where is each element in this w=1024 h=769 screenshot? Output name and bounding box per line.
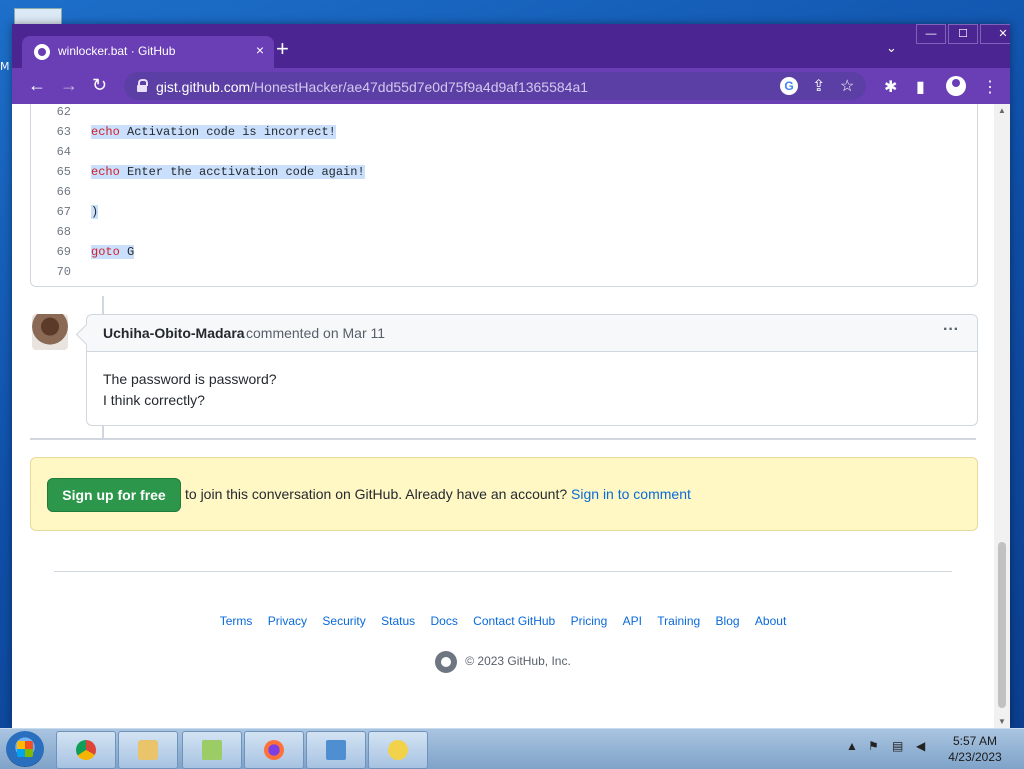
- signup-message: to join this conversation on GitHub. Alr…: [185, 486, 691, 502]
- share-icon[interactable]: ⇪: [812, 76, 825, 96]
- profile-avatar-icon[interactable]: [946, 76, 966, 96]
- footer-link-privacy[interactable]: Privacy: [268, 614, 307, 628]
- bee-icon: [388, 740, 408, 760]
- network-icon[interactable]: ▤: [892, 739, 903, 753]
- code-line: 67): [56, 205, 99, 219]
- lock-icon[interactable]: [136, 79, 148, 92]
- window-controls: — ☐ ✕: [916, 24, 1010, 44]
- footer-copyright: © 2023 GitHub, Inc.: [12, 651, 994, 673]
- start-button[interactable]: [6, 731, 44, 767]
- code-line: 62: [56, 105, 71, 119]
- code-line: 63 echo Activation code is incorrect!: [56, 125, 336, 139]
- google-lens-icon[interactable]: G: [780, 77, 798, 95]
- forward-button[interactable]: →: [60, 76, 78, 94]
- volume-muted-icon[interactable]: ◀: [916, 739, 925, 753]
- code-line: 68: [56, 225, 71, 239]
- footer-link-blog[interactable]: Blog: [716, 614, 740, 628]
- taskbar-notepad-plus[interactable]: [182, 731, 242, 769]
- tray-overflow-chevron-icon[interactable]: ▲: [846, 739, 858, 753]
- taskbar-control-panel[interactable]: [306, 731, 366, 769]
- github-favicon-icon: [34, 44, 50, 60]
- code-line: 64: [56, 145, 71, 159]
- sign-up-button[interactable]: Sign up for free: [47, 478, 181, 512]
- code-block: 62 63 echo Activation code is incorrect! …: [30, 104, 978, 287]
- clock-date: 4/23/2023: [948, 750, 1002, 764]
- back-button[interactable]: ←: [28, 76, 46, 94]
- taskbar-explorer[interactable]: [118, 731, 178, 769]
- control-panel-icon: [326, 740, 346, 760]
- footer-link-contact[interactable]: Contact GitHub: [473, 614, 555, 628]
- footer-link-about[interactable]: About: [755, 614, 786, 628]
- comment-more-options-icon[interactable]: ···: [943, 321, 959, 339]
- code-line: 69 goto G: [56, 245, 135, 259]
- desktop-icon-label-fragment: M: [0, 60, 10, 73]
- timeline-line: [102, 296, 104, 314]
- github-logo-icon[interactable]: [435, 651, 458, 673]
- browser-menu-icon[interactable]: ⋮: [982, 77, 998, 97]
- scroll-up-arrow-icon[interactable]: ▲: [998, 106, 1006, 115]
- scrollbar-thumb[interactable]: [998, 542, 1006, 708]
- comment-timestamp[interactable]: commented on Mar 11: [246, 325, 385, 341]
- tab-close-icon[interactable]: ×: [256, 42, 264, 58]
- sign-in-link[interactable]: Sign in to comment: [571, 486, 691, 502]
- footer-divider: [54, 571, 952, 572]
- taskbar-chrome[interactable]: [56, 731, 116, 769]
- side-panel-icon[interactable]: ▮: [916, 77, 925, 97]
- comment-line: The password is password?: [103, 371, 277, 387]
- maximize-button[interactable]: ☐: [948, 24, 978, 44]
- clock-time: 5:57 AM: [952, 734, 998, 748]
- taskbar-firefox[interactable]: [244, 731, 304, 769]
- chrome-icon: [76, 740, 96, 760]
- notepad-plus-icon: [202, 740, 222, 760]
- reload-button[interactable]: ↻: [92, 76, 107, 94]
- footer-link-terms[interactable]: Terms: [220, 614, 253, 628]
- extensions-icon[interactable]: ✱: [884, 77, 897, 97]
- page-content: 62 63 echo Activation code is incorrect! …: [12, 104, 994, 728]
- commenter-avatar[interactable]: [32, 314, 68, 350]
- action-center-icon[interactable]: ⚑: [868, 739, 879, 753]
- footer-link-security[interactable]: Security: [322, 614, 365, 628]
- code-line: 70: [56, 265, 71, 279]
- footer-link-pricing[interactable]: Pricing: [571, 614, 608, 628]
- tab-search-chevron-icon[interactable]: ⌄: [886, 40, 897, 56]
- bookmark-star-icon[interactable]: ☆: [840, 76, 854, 96]
- taskbar: ▲ ⚑ ▤ ◀ 5:57 AM 4/23/2023: [0, 728, 1024, 769]
- conversation-divider: [30, 438, 976, 440]
- system-clock[interactable]: 5:57 AM 4/23/2023: [940, 733, 1010, 765]
- new-tab-button[interactable]: +: [276, 38, 289, 60]
- url-text[interactable]: gist.github.com/HonestHacker/ae47dd55d7e…: [156, 79, 588, 95]
- code-line: 66: [56, 185, 71, 199]
- folder-icon: [138, 740, 158, 760]
- footer-link-docs[interactable]: Docs: [430, 614, 457, 628]
- scroll-down-arrow-icon[interactable]: ▼: [998, 717, 1006, 726]
- tab-bar: winlocker.bat · GitHub × + ⌄ — ☐ ✕: [12, 24, 1010, 68]
- timeline-line: [102, 424, 104, 438]
- taskbar-bee-app[interactable]: [368, 731, 428, 769]
- comment: Uchiha-Obito-Madara commented on Mar 11 …: [75, 314, 978, 426]
- comment-line: I think correctly?: [103, 392, 205, 408]
- code-line: 65 echo Enter the acctivation code again!: [56, 165, 365, 179]
- comment-author-link[interactable]: Uchiha-Obito-Madara: [103, 325, 245, 341]
- footer-link-status[interactable]: Status: [381, 614, 415, 628]
- browser-window: winlocker.bat · GitHub × + ⌄ — ☐ ✕ ← → ↻…: [12, 24, 1010, 728]
- page-scrollbar[interactable]: ▲ ▼: [994, 104, 1010, 728]
- copyright-text: © 2023 GitHub, Inc.: [465, 654, 571, 669]
- footer-link-training[interactable]: Training: [657, 614, 700, 628]
- minimize-button[interactable]: —: [916, 24, 946, 44]
- close-window-button[interactable]: ✕: [980, 24, 1010, 44]
- tab-title: winlocker.bat · GitHub: [58, 44, 176, 58]
- address-bar[interactable]: gist.github.com/HonestHacker/ae47dd55d7e…: [124, 72, 866, 100]
- footer-links: Terms Privacy Security Status Docs Conta…: [12, 614, 994, 628]
- tab-winlocker[interactable]: winlocker.bat · GitHub ×: [22, 36, 274, 68]
- footer-link-api[interactable]: API: [623, 614, 642, 628]
- comment-body: The password is password? I think correc…: [103, 369, 277, 411]
- firefox-icon: [264, 740, 284, 760]
- signup-prompt: Sign up for free to join this conversati…: [30, 457, 978, 531]
- browser-toolbar: ← → ↻ gist.github.com/HonestHacker/ae47d…: [12, 68, 1010, 104]
- comment-header: Uchiha-Obito-Madara commented on Mar 11 …: [87, 315, 977, 352]
